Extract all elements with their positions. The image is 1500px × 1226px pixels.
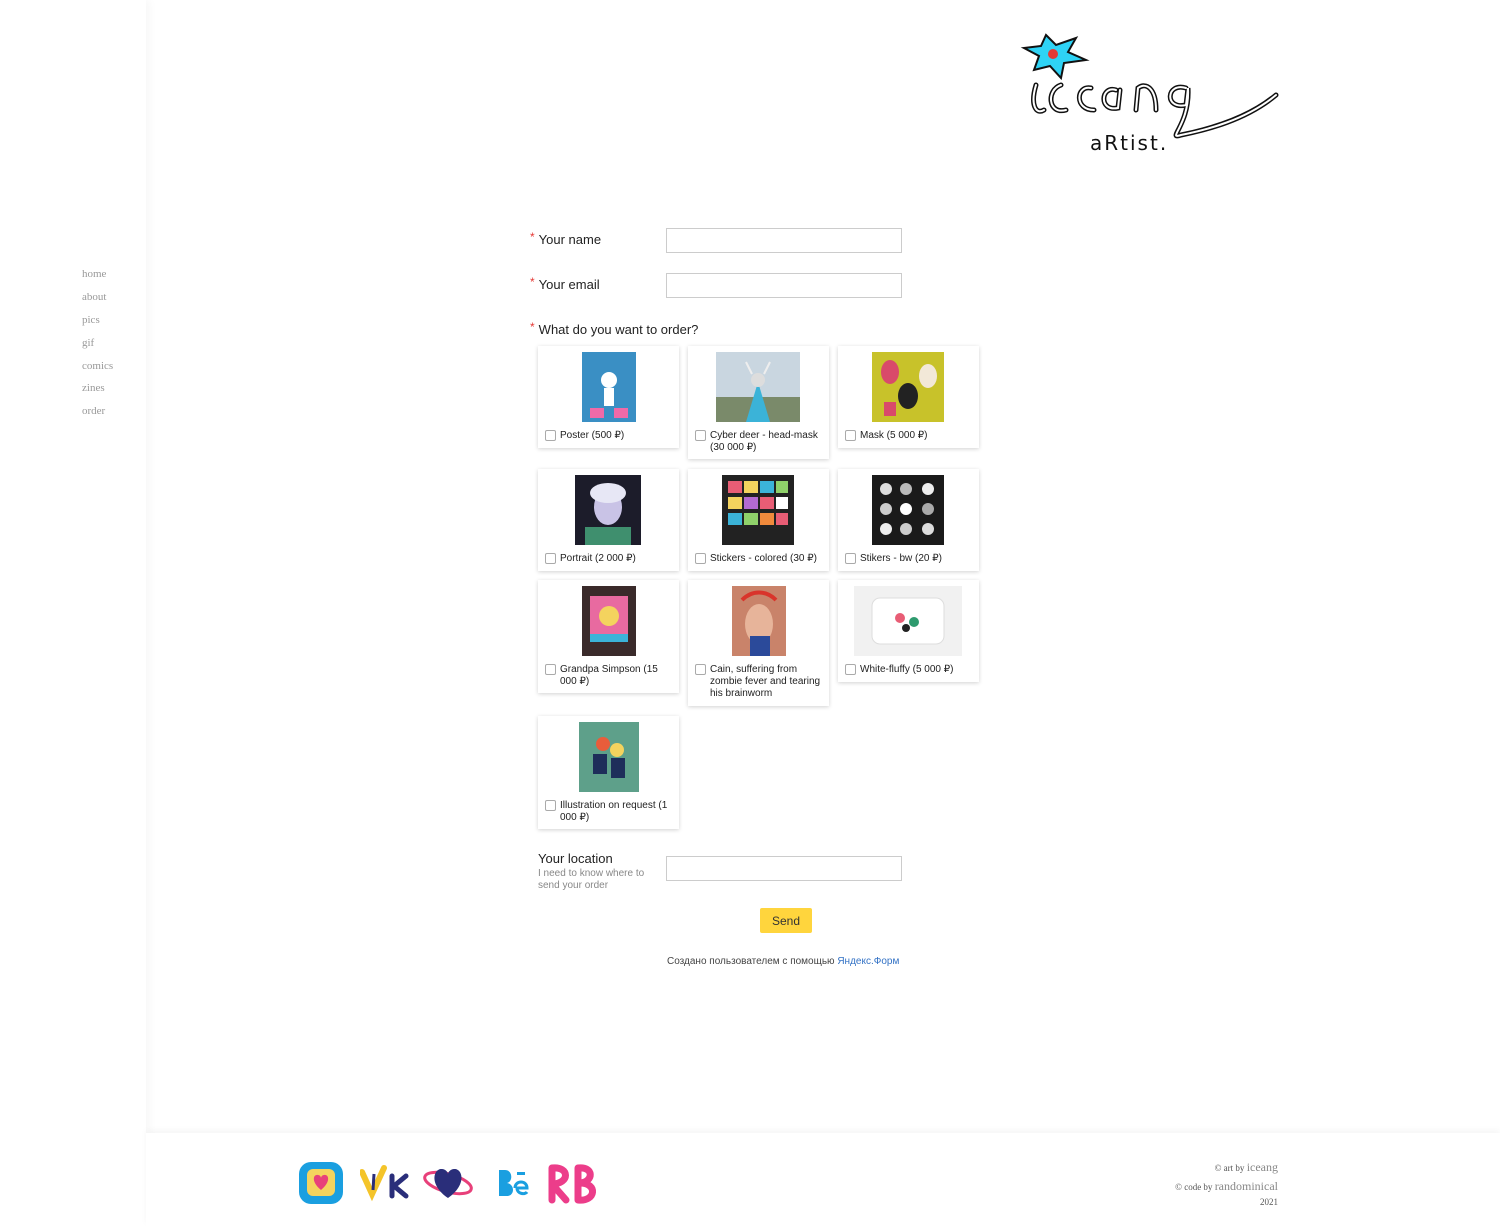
art-prefix: © art by <box>1214 1163 1247 1173</box>
redbubble-icon[interactable] <box>548 1160 600 1206</box>
code-name-link[interactable]: randominical <box>1215 1179 1278 1193</box>
mask-image <box>872 352 944 422</box>
order-label-text: What do you want to order? <box>538 322 699 337</box>
item-card-portrait[interactable]: Portrait (2 000 ₽) <box>538 469 679 571</box>
behance-icon[interactable] <box>495 1160 531 1206</box>
vk-icon[interactable] <box>360 1160 410 1206</box>
item-card-cain[interactable]: Cain, suffering from zombie fever and te… <box>688 580 829 706</box>
item-card-white-fluffy[interactable]: White-fluffy (5 000 ₽) <box>838 580 979 682</box>
item-card-mask[interactable]: Mask (5 000 ₽) <box>838 346 979 448</box>
item-checkbox[interactable] <box>545 664 556 675</box>
item-checkbox[interactable] <box>545 800 556 811</box>
item-label: Illustration on request (1 000 ₽) <box>560 800 668 823</box>
item-card-stickers-bw[interactable]: Stikers - bw (20 ₽) <box>838 469 979 571</box>
name-input[interactable] <box>666 228 902 253</box>
item-checkbox[interactable] <box>845 430 856 441</box>
item-label: Cain, suffering from zombie fever and te… <box>710 664 821 699</box>
item-label: Stickers - colored (30 ₽) <box>710 553 817 564</box>
cain-image <box>732 586 786 656</box>
white-fluffy-image <box>854 586 962 656</box>
item-checkbox[interactable] <box>845 553 856 564</box>
name-label: * Your name <box>530 230 602 247</box>
credit-text: Создано пользователем с помощью <box>667 956 838 967</box>
item-card-grandpa-simpson[interactable]: Grandpa Simpson (15 000 ₽) <box>538 580 679 693</box>
name-label-text: Your name <box>538 232 602 247</box>
item-checkbox[interactable] <box>695 430 706 441</box>
footer <box>146 1133 1500 1226</box>
yandex-credit: Создано пользователем с помощью Яндекс.Ф… <box>667 956 899 967</box>
item-label: Poster (500 ₽) <box>560 430 625 441</box>
code-credit: © code by randominical <box>1175 1177 1278 1195</box>
item-checkbox[interactable] <box>545 430 556 441</box>
yandex-forms-link[interactable]: Яндекс.Форм <box>837 956 899 967</box>
location-input[interactable] <box>666 856 902 881</box>
item-card-cyber-deer[interactable]: Cyber deer - head-mask (30 000 ₽) <box>688 346 829 459</box>
nav-home[interactable]: home <box>82 267 113 290</box>
required-mark: * <box>530 320 535 334</box>
nav-pics[interactable]: pics <box>82 313 113 336</box>
item-label: Portrait (2 000 ₽) <box>560 553 636 564</box>
stickers-bw-image <box>872 475 944 545</box>
item-label: White-fluffy (5 000 ₽) <box>860 664 954 675</box>
cyber-deer-image <box>716 352 800 422</box>
nav-zines[interactable]: zines <box>82 381 113 404</box>
item-checkbox[interactable] <box>545 553 556 564</box>
required-mark: * <box>530 275 535 289</box>
nav-about[interactable]: about <box>82 290 113 313</box>
required-mark: * <box>530 230 535 244</box>
svg-text:aRtist.: aRtist. <box>1090 131 1168 155</box>
portrait-image <box>575 475 641 545</box>
item-card-stickers-colored[interactable]: Stickers - colored (30 ₽) <box>688 469 829 571</box>
grandpa-simpson-image <box>582 586 636 656</box>
nav-order[interactable]: order <box>82 404 113 427</box>
nav-comics[interactable]: comics <box>82 359 113 382</box>
location-hint: I need to know where to send your order <box>538 868 645 891</box>
patreon-icon[interactable] <box>422 1160 474 1206</box>
nav-gif[interactable]: gif <box>82 336 113 359</box>
sidebar: home about pics gif comics zines order <box>0 0 146 1226</box>
item-checkbox[interactable] <box>845 664 856 675</box>
item-label: Cyber deer - head-mask (30 000 ₽) <box>710 430 818 453</box>
stickers-colored-image <box>722 475 794 545</box>
item-checkbox[interactable] <box>695 553 706 564</box>
item-card-illustration[interactable]: Illustration on request (1 000 ₽) <box>538 716 679 829</box>
kofi-icon[interactable] <box>297 1160 345 1206</box>
code-prefix: © code by <box>1175 1182 1215 1192</box>
item-checkbox[interactable] <box>695 664 706 675</box>
item-label: Stikers - bw (20 ₽) <box>860 553 942 564</box>
item-label: Grandpa Simpson (15 000 ₽) <box>560 664 658 687</box>
email-label: * Your email <box>530 275 600 292</box>
poster-image <box>582 352 636 422</box>
order-label: * What do you want to order? <box>530 320 699 337</box>
item-card-poster[interactable]: Poster (500 ₽) <box>538 346 679 448</box>
iceang-logo[interactable]: aRtist. <box>1006 30 1280 160</box>
copyright-year: 2021 <box>1260 1197 1278 1207</box>
email-label-text: Your email <box>538 277 600 292</box>
item-label: Mask (5 000 ₽) <box>860 430 928 441</box>
send-button[interactable]: Send <box>760 908 812 933</box>
art-credit: © art by iceang <box>1215 1158 1278 1176</box>
art-name-link[interactable]: iceang <box>1247 1160 1278 1174</box>
email-input[interactable] <box>666 273 902 298</box>
nav-menu: home about pics gif comics zines order <box>82 267 113 427</box>
location-label: Your location <box>538 851 613 866</box>
illustration-image <box>579 722 639 792</box>
